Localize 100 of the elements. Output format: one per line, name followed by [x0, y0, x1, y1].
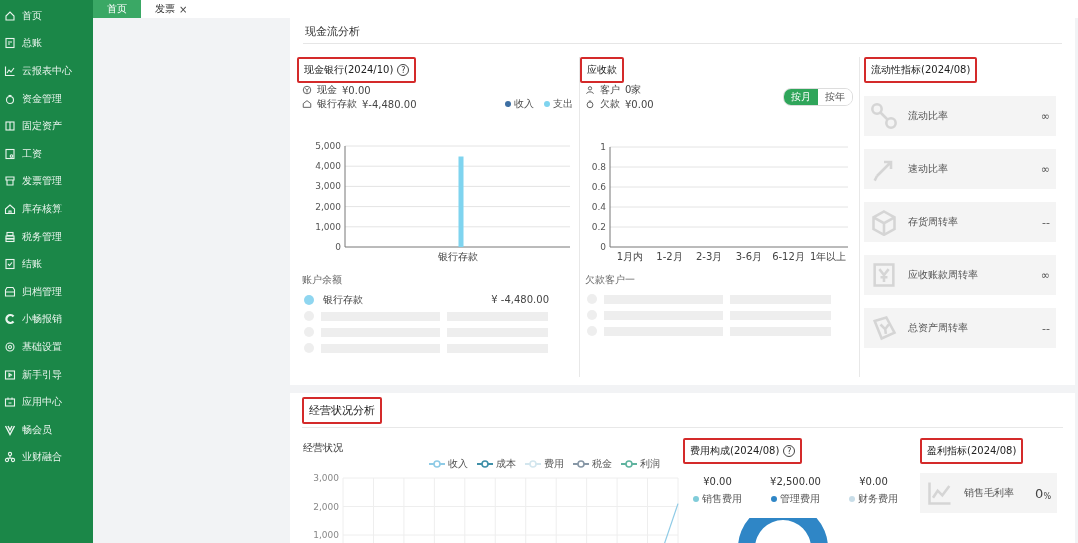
legend-label: 收入 [448, 457, 468, 471]
axis-label: 3,000 [313, 473, 339, 483]
cube-icon [870, 208, 898, 236]
stat-label: 欠款 [600, 97, 620, 111]
axis-label: 3,000 [315, 181, 341, 192]
panel-title: 经营状况分析 [309, 403, 375, 418]
legend-label: 成本 [496, 457, 516, 471]
yen-document-icon [870, 261, 898, 289]
account-amount: ¥ -4,480.00 [491, 294, 549, 305]
coin-icon [302, 85, 312, 95]
gear-icon [4, 340, 16, 353]
axis-label: 1,000 [313, 530, 339, 540]
payslip-icon [4, 147, 16, 160]
panel-title: 应收款 [587, 63, 617, 77]
axis-label: 0.8 [591, 162, 606, 172]
axis-label: 0.4 [591, 202, 606, 212]
panel-title: 盈利指标(2024/08) [927, 444, 1017, 458]
sidebar-item[interactable]: 业财融合 [0, 443, 93, 472]
list-title: 账户余额 [301, 273, 343, 287]
axis-label: 2,000 [315, 201, 341, 212]
panel-title: 现金银行(2024/10) [304, 63, 394, 77]
stat-value: ¥-4,480.00 [362, 98, 417, 110]
expense-amount: ¥2,500.00 [770, 476, 821, 487]
indicator-value: ∞ [1040, 162, 1050, 176]
sidebar-item[interactable]: 新手引导 [0, 360, 93, 389]
legend-label: 收入 [514, 97, 534, 111]
list-title: 欠款客户一 [584, 273, 636, 287]
panel-title: 费用构成(2024/08) [690, 444, 780, 458]
indicator-label: 应收账款周转率 [907, 268, 979, 282]
stat-label: 银行存款 [317, 97, 357, 111]
receipt-icon [4, 175, 16, 188]
stat-label: 客户 [600, 83, 620, 97]
stat-value: ¥0.00 [625, 98, 654, 110]
axis-label: 2,000 [313, 501, 339, 512]
stat-label: 现金 [317, 83, 337, 97]
axis-label: 2-3月 [696, 251, 723, 262]
sidebar-item[interactable]: 首页 [0, 2, 93, 30]
panel-title: 流动性指标(2024/08) [871, 63, 971, 77]
axis-label: 1月内 [616, 251, 643, 262]
sidebar-item[interactable]: 基础设置 [0, 333, 93, 361]
chart-title: 经营状况 [303, 441, 344, 455]
section-title: 现金流分析 [303, 18, 1062, 44]
sidebar-item[interactable]: 库存核算 [0, 195, 93, 223]
axis-label: 1 [600, 142, 606, 152]
axis-label: 3-6月 [735, 251, 762, 262]
tab[interactable]: 首页 [93, 0, 141, 18]
account-name: 银行存款 [323, 292, 364, 307]
indicator-label: 总资产周转率 [907, 321, 969, 335]
indicator-label: 速动比率 [907, 162, 949, 176]
sidebar-item[interactable]: 畅会员 [0, 415, 93, 444]
indicator-value: -- [1042, 321, 1050, 335]
sidebar-item[interactable]: 归档管理 [0, 277, 93, 306]
sidebar-item[interactable]: 总账 [0, 29, 93, 58]
expense-amount: ¥0.00 [703, 476, 732, 487]
legend-label: 利润 [640, 457, 660, 471]
legend-label: 财务费用 [858, 492, 898, 506]
v-icon [4, 423, 16, 436]
axis-label: 0 [600, 242, 606, 252]
sidebar-item[interactable]: 云报表中心 [0, 57, 93, 85]
axis-label: 0 [335, 242, 341, 252]
sidebar-item[interactable]: 工资 [0, 139, 93, 168]
indicator-value: 0$_{%}$ [1035, 485, 1051, 501]
sidebar-item[interactable]: 固定资产 [0, 112, 93, 140]
indicator-value: -- [1042, 215, 1050, 229]
indicator-label: 流动比率 [907, 109, 949, 123]
axis-label: 1年以上 [810, 251, 847, 262]
indicator-label: 存货周转率 [907, 215, 959, 229]
sidebar-item[interactable]: 税务管理 [0, 222, 93, 251]
archive-icon [4, 285, 16, 298]
chart-icon [4, 65, 16, 77]
stat-value: ¥0.00 [342, 84, 371, 96]
toggle-option[interactable]: 按月 [784, 89, 818, 105]
axis-label: 银行存款 [437, 251, 478, 262]
sidebar-item[interactable]: 资金管理 [0, 84, 93, 113]
sidebar-item[interactable]: 发票管理 [0, 167, 93, 196]
axis-label: 5,000 [315, 141, 341, 151]
legend-label: 支出 [553, 97, 573, 111]
sidebar-item[interactable]: 应用中心 [0, 388, 93, 416]
close-icon[interactable]: × [179, 3, 188, 15]
axis-label: 6-12月 [772, 251, 805, 262]
yen-tag-icon [870, 314, 898, 342]
c-logo-icon [4, 313, 16, 326]
axis-label: 0.6 [591, 182, 606, 192]
building-icon [4, 120, 16, 133]
ledger-icon [4, 37, 16, 50]
home-icon [4, 9, 16, 22]
house-icon [4, 202, 16, 215]
indicator-value: ∞ [1040, 268, 1050, 282]
people-icon [585, 85, 595, 95]
bank-icon [302, 99, 312, 109]
legend-label: 税金 [592, 457, 612, 471]
axis-label: 1-2月 [656, 251, 683, 262]
sidebar-item[interactable]: 小畅报销 [0, 305, 93, 334]
stat-value: 0家 [625, 83, 642, 97]
legend-label: 管理费用 [780, 492, 820, 506]
network-icon [4, 451, 16, 464]
axis-label: 0.2 [591, 222, 606, 232]
sidebar-item[interactable]: 结账 [0, 250, 93, 278]
axis-label: 4,000 [315, 161, 341, 172]
axis-label: 1,000 [315, 221, 341, 232]
